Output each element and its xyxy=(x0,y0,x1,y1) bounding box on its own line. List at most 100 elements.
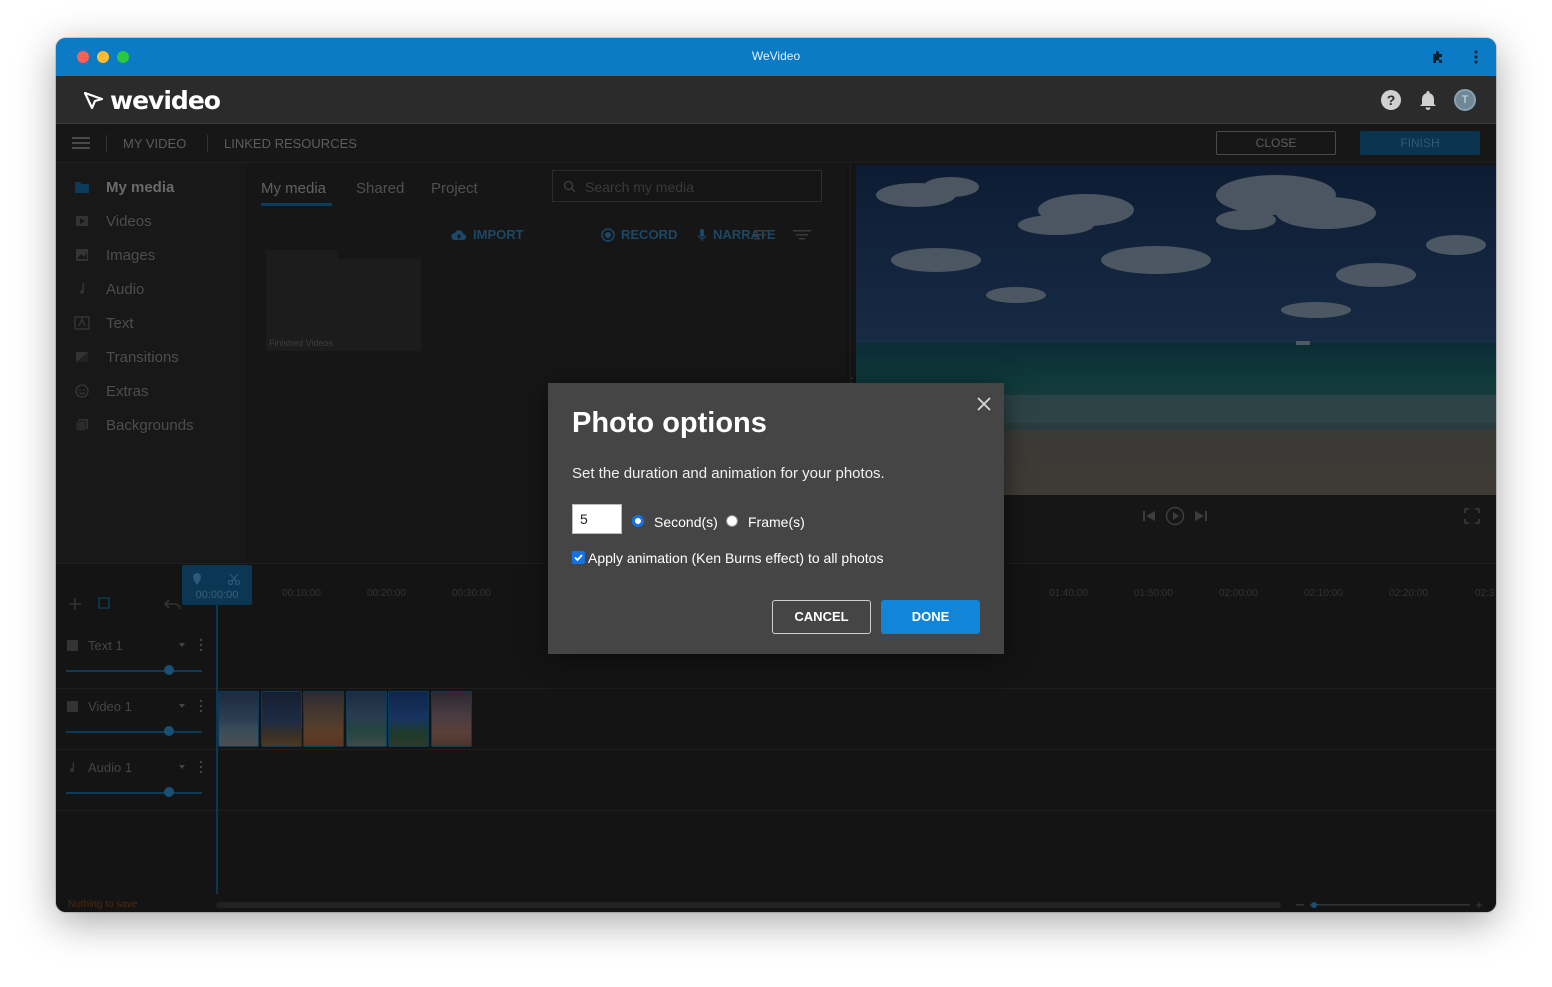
track-volume-knob[interactable] xyxy=(164,726,174,736)
sidebar-item-my-media[interactable]: My media xyxy=(74,177,174,197)
cancel-button[interactable]: CANCEL xyxy=(772,600,871,634)
svg-text:?: ? xyxy=(1387,92,1396,108)
filter-icon[interactable] xyxy=(793,229,811,241)
window-title: WeVideo xyxy=(751,49,801,63)
sidebar-item-label: Backgrounds xyxy=(106,416,194,434)
track-more-icon[interactable] xyxy=(199,699,203,713)
track-name: Video 1 xyxy=(88,699,132,714)
skip-back-icon[interactable] xyxy=(1142,509,1156,523)
seconds-radio[interactable] xyxy=(632,515,644,527)
folder-label: Finished Videos xyxy=(269,338,333,348)
cloud-upload-icon xyxy=(451,229,467,240)
sidebar-item-text[interactable]: Text xyxy=(74,313,134,333)
snap-icon[interactable] xyxy=(98,597,110,609)
track-header: Text 1 xyxy=(56,628,216,689)
extension-puzzle-icon[interactable] xyxy=(1430,49,1446,65)
track-more-icon[interactable] xyxy=(199,638,203,652)
scissors-icon[interactable] xyxy=(228,573,240,585)
microphone-icon xyxy=(697,228,707,241)
dialog-description: Set the duration and animation for your … xyxy=(572,465,885,482)
record-button[interactable]: RECORD xyxy=(601,227,677,242)
track-volume-knob[interactable] xyxy=(164,665,174,675)
undo-icon[interactable] xyxy=(164,597,182,611)
track-video-1: Video 1 xyxy=(56,689,1496,750)
play-icon[interactable] xyxy=(1165,506,1185,526)
ruler-tick-label: 02:00:00 xyxy=(1219,588,1258,599)
avatar[interactable]: T xyxy=(1454,89,1476,111)
checkmark-icon xyxy=(574,554,583,562)
ruler-tick-label: 00:30:00 xyxy=(452,588,491,599)
track-volume-slider[interactable] xyxy=(66,670,202,672)
tab-my-media[interactable]: My media xyxy=(261,180,326,197)
playhead-time: 00:00:00 xyxy=(195,589,239,601)
app-header: wevideo ? T xyxy=(56,76,1496,124)
menu-linked-resources[interactable]: LINKED RESOURCES xyxy=(224,136,357,151)
sidebar-item-transitions[interactable]: Transitions xyxy=(74,347,179,367)
import-button[interactable]: IMPORT xyxy=(451,227,524,242)
video-clip[interactable] xyxy=(346,691,387,747)
sidebar-item-images[interactable]: Images xyxy=(74,245,155,265)
done-button[interactable]: DONE xyxy=(881,600,980,634)
backgrounds-icon xyxy=(75,419,88,432)
sidebar-item-extras[interactable]: Extras xyxy=(74,381,149,401)
record-label: RECORD xyxy=(621,227,678,242)
track-name: Audio 1 xyxy=(88,760,133,775)
chevron-down-icon[interactable] xyxy=(178,642,186,648)
sidebar-item-label: Text xyxy=(106,314,134,332)
frames-label: Frame(s) xyxy=(748,514,805,530)
sidebar-item-label: Extras xyxy=(106,382,149,400)
search-placeholder: Search my media xyxy=(585,179,694,195)
track-type-icon xyxy=(67,701,78,712)
skip-forward-icon[interactable] xyxy=(1194,509,1208,523)
video-clip[interactable] xyxy=(431,691,472,747)
video-clip[interactable] xyxy=(388,691,429,747)
ken-burns-checkbox[interactable] xyxy=(572,551,585,564)
film-icon xyxy=(76,216,88,226)
video-clip[interactable] xyxy=(261,691,302,747)
track-type-icon xyxy=(67,640,78,651)
sidebar-item-label: Images xyxy=(106,246,156,264)
chevron-down-icon[interactable] xyxy=(178,703,186,709)
sort-icon[interactable] xyxy=(754,229,772,241)
track-volume-knob[interactable] xyxy=(164,787,174,797)
sidebar-item-audio[interactable]: Audio xyxy=(74,279,144,299)
search-icon xyxy=(563,180,576,193)
frames-radio[interactable] xyxy=(726,515,738,527)
close-icon[interactable] xyxy=(974,394,994,414)
fullscreen-icon[interactable] xyxy=(1464,508,1480,524)
timeline-scrollbar[interactable] xyxy=(216,902,1281,908)
playhead[interactable]: 00:00:00 xyxy=(182,565,252,605)
media-sidebar: My media Videos Images Audio Text Transi… xyxy=(56,163,246,563)
search-media-input[interactable]: Search my media xyxy=(552,170,822,202)
duration-input[interactable] xyxy=(572,504,622,534)
track-more-icon[interactable] xyxy=(199,760,203,774)
menu-divider xyxy=(207,135,208,152)
timeline-zoom-slider[interactable] xyxy=(1296,902,1486,908)
sidebar-item-backgrounds[interactable]: Backgrounds xyxy=(74,415,194,435)
wevideo-logo[interactable]: wevideo xyxy=(84,86,221,115)
bell-icon[interactable] xyxy=(1417,89,1439,111)
close-button[interactable]: CLOSE xyxy=(1216,131,1336,155)
ruler-tick-label: 02:20:00 xyxy=(1389,588,1428,599)
marker-pin-icon[interactable] xyxy=(192,573,202,585)
chevron-down-icon[interactable] xyxy=(178,764,186,770)
add-track-icon[interactable] xyxy=(68,597,82,611)
ruler-tick-label: 02:3 xyxy=(1475,588,1495,599)
track-volume-slider[interactable] xyxy=(66,731,202,733)
menu-my-video[interactable]: MY VIDEO xyxy=(123,136,186,151)
transition-icon xyxy=(76,352,88,362)
more-vertical-icon[interactable] xyxy=(1468,48,1484,66)
video-clip[interactable] xyxy=(218,691,259,747)
sidebar-item-label: Transitions xyxy=(106,348,179,366)
help-icon[interactable]: ? xyxy=(1380,89,1402,111)
finish-button[interactable]: FINISH xyxy=(1360,131,1480,155)
hamburger-menu-icon[interactable] xyxy=(72,136,90,150)
track-volume-slider[interactable] xyxy=(66,792,202,794)
import-label: IMPORT xyxy=(473,227,524,242)
sidebar-item-videos[interactable]: Videos xyxy=(74,211,152,231)
tab-project[interactable]: Project xyxy=(431,180,478,197)
video-clip[interactable] xyxy=(303,691,344,747)
tab-shared[interactable]: Shared xyxy=(356,180,404,197)
ruler-tick-label: 00:10:00 xyxy=(282,588,321,599)
track-header: Audio 1 xyxy=(56,750,216,811)
